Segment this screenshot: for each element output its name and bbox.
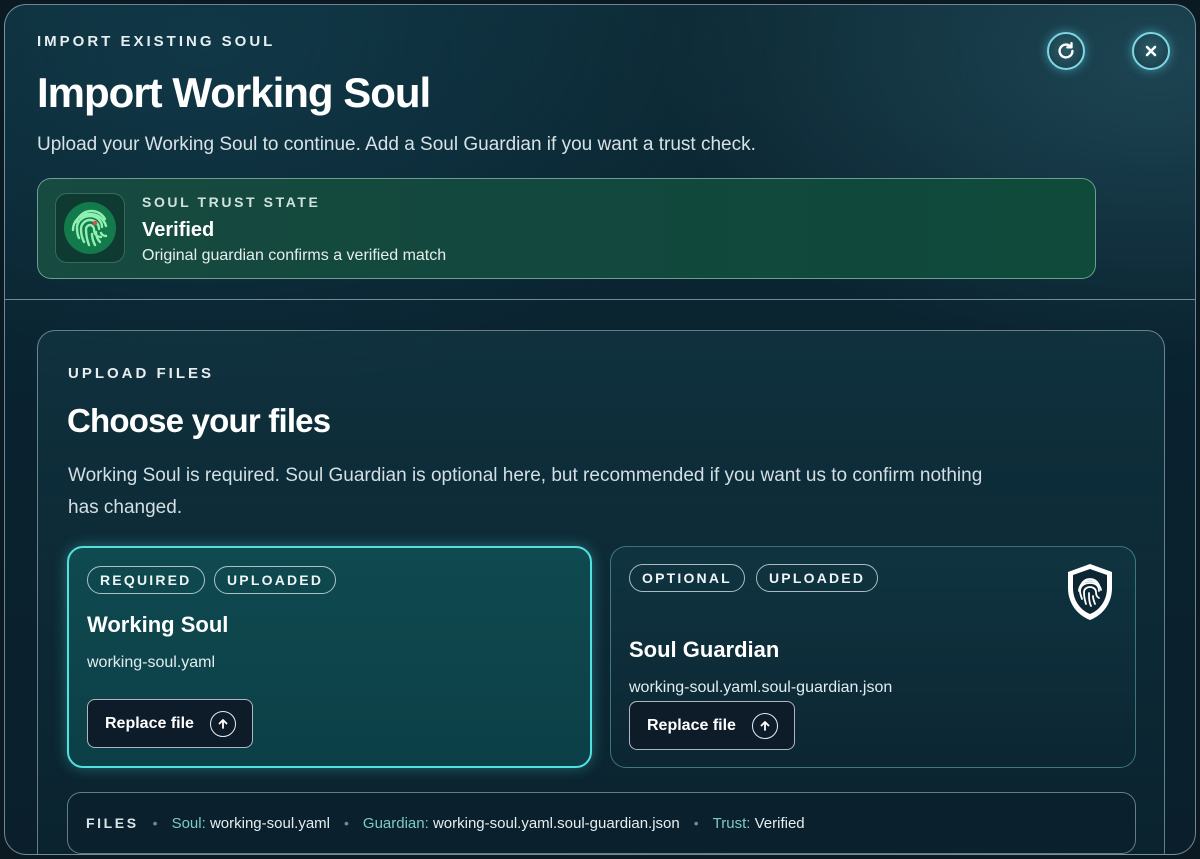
soul-guardian-filename: working-soul.yaml.soul-guardian.json: [629, 679, 893, 696]
trust-value: Verified: [754, 814, 805, 832]
upload-arrow-icon: [209, 710, 236, 737]
import-modal: IMPORT EXISTING SOUL Import Working Soul…: [4, 4, 1196, 855]
page-title: Import Working Soul: [37, 69, 431, 116]
optional-badge: OPTIONAL: [629, 564, 745, 592]
separator-dot: •: [693, 815, 699, 831]
required-badge: REQUIRED: [87, 566, 205, 594]
guardian-value: working-soul.yaml.soul-guardian.json: [432, 814, 680, 832]
fingerprint-tile: [55, 193, 125, 263]
page-subtitle: Upload your Working Soul to continue. Ad…: [37, 134, 756, 155]
trust-eyebrow: SOUL TRUST STATE: [142, 194, 321, 210]
uploaded-badge: UPLOADED: [756, 564, 879, 592]
refresh-button[interactable]: [1047, 32, 1085, 70]
replace-button-label: Replace file: [647, 716, 736, 734]
separator-dot: •: [344, 815, 349, 831]
upload-eyebrow: UPLOAD FILES: [68, 365, 215, 382]
replace-working-soul-button[interactable]: Replace file: [87, 699, 253, 748]
modal-eyebrow: IMPORT EXISTING SOUL: [37, 33, 276, 50]
working-soul-title: Working Soul: [87, 612, 229, 637]
upload-description: Working Soul is required. Soul Guardian …: [68, 465, 983, 518]
trust-state-card: SOUL TRUST STATE Verified Original guard…: [37, 178, 1096, 279]
close-icon: [1145, 45, 1157, 57]
shield-fingerprint-icon: [1061, 561, 1119, 623]
refresh-icon: [1058, 42, 1074, 59]
fingerprint-icon: [64, 202, 116, 254]
soul-value: working-soul.yaml: [209, 814, 330, 832]
upload-files-panel: UPLOAD FILES Choose your files Working S…: [37, 330, 1165, 854]
close-button[interactable]: [1132, 32, 1170, 70]
soul-guardian-title: Soul Guardian: [629, 637, 780, 662]
uploaded-badge: UPLOADED: [214, 566, 337, 594]
upload-arrow-icon: [751, 712, 778, 739]
replace-button-label: Replace file: [105, 714, 194, 732]
soul-guardian-card[interactable]: OPTIONAL UPLOADED Soul Guardian working-…: [610, 546, 1136, 768]
working-soul-card[interactable]: REQUIRED UPLOADED Working Soul working-s…: [67, 546, 592, 768]
files-summary-bar: FILES • Soul: working-soul.yaml • Guardi…: [67, 792, 1136, 854]
upload-title: Choose your files: [67, 402, 331, 439]
replace-soul-guardian-button[interactable]: Replace file: [629, 701, 795, 750]
working-soul-filename: working-soul.yaml: [87, 654, 216, 671]
guardian-key: Guardian:: [362, 814, 429, 832]
soul-key: Soul:: [171, 814, 206, 832]
trust-key: Trust:: [712, 814, 751, 832]
trust-description: Original guardian confirms a verified ma…: [142, 247, 447, 264]
trust-state-value: Verified: [142, 219, 215, 241]
separator-dot: •: [152, 815, 158, 831]
header-divider: [5, 299, 1195, 300]
files-label: FILES: [86, 815, 139, 831]
